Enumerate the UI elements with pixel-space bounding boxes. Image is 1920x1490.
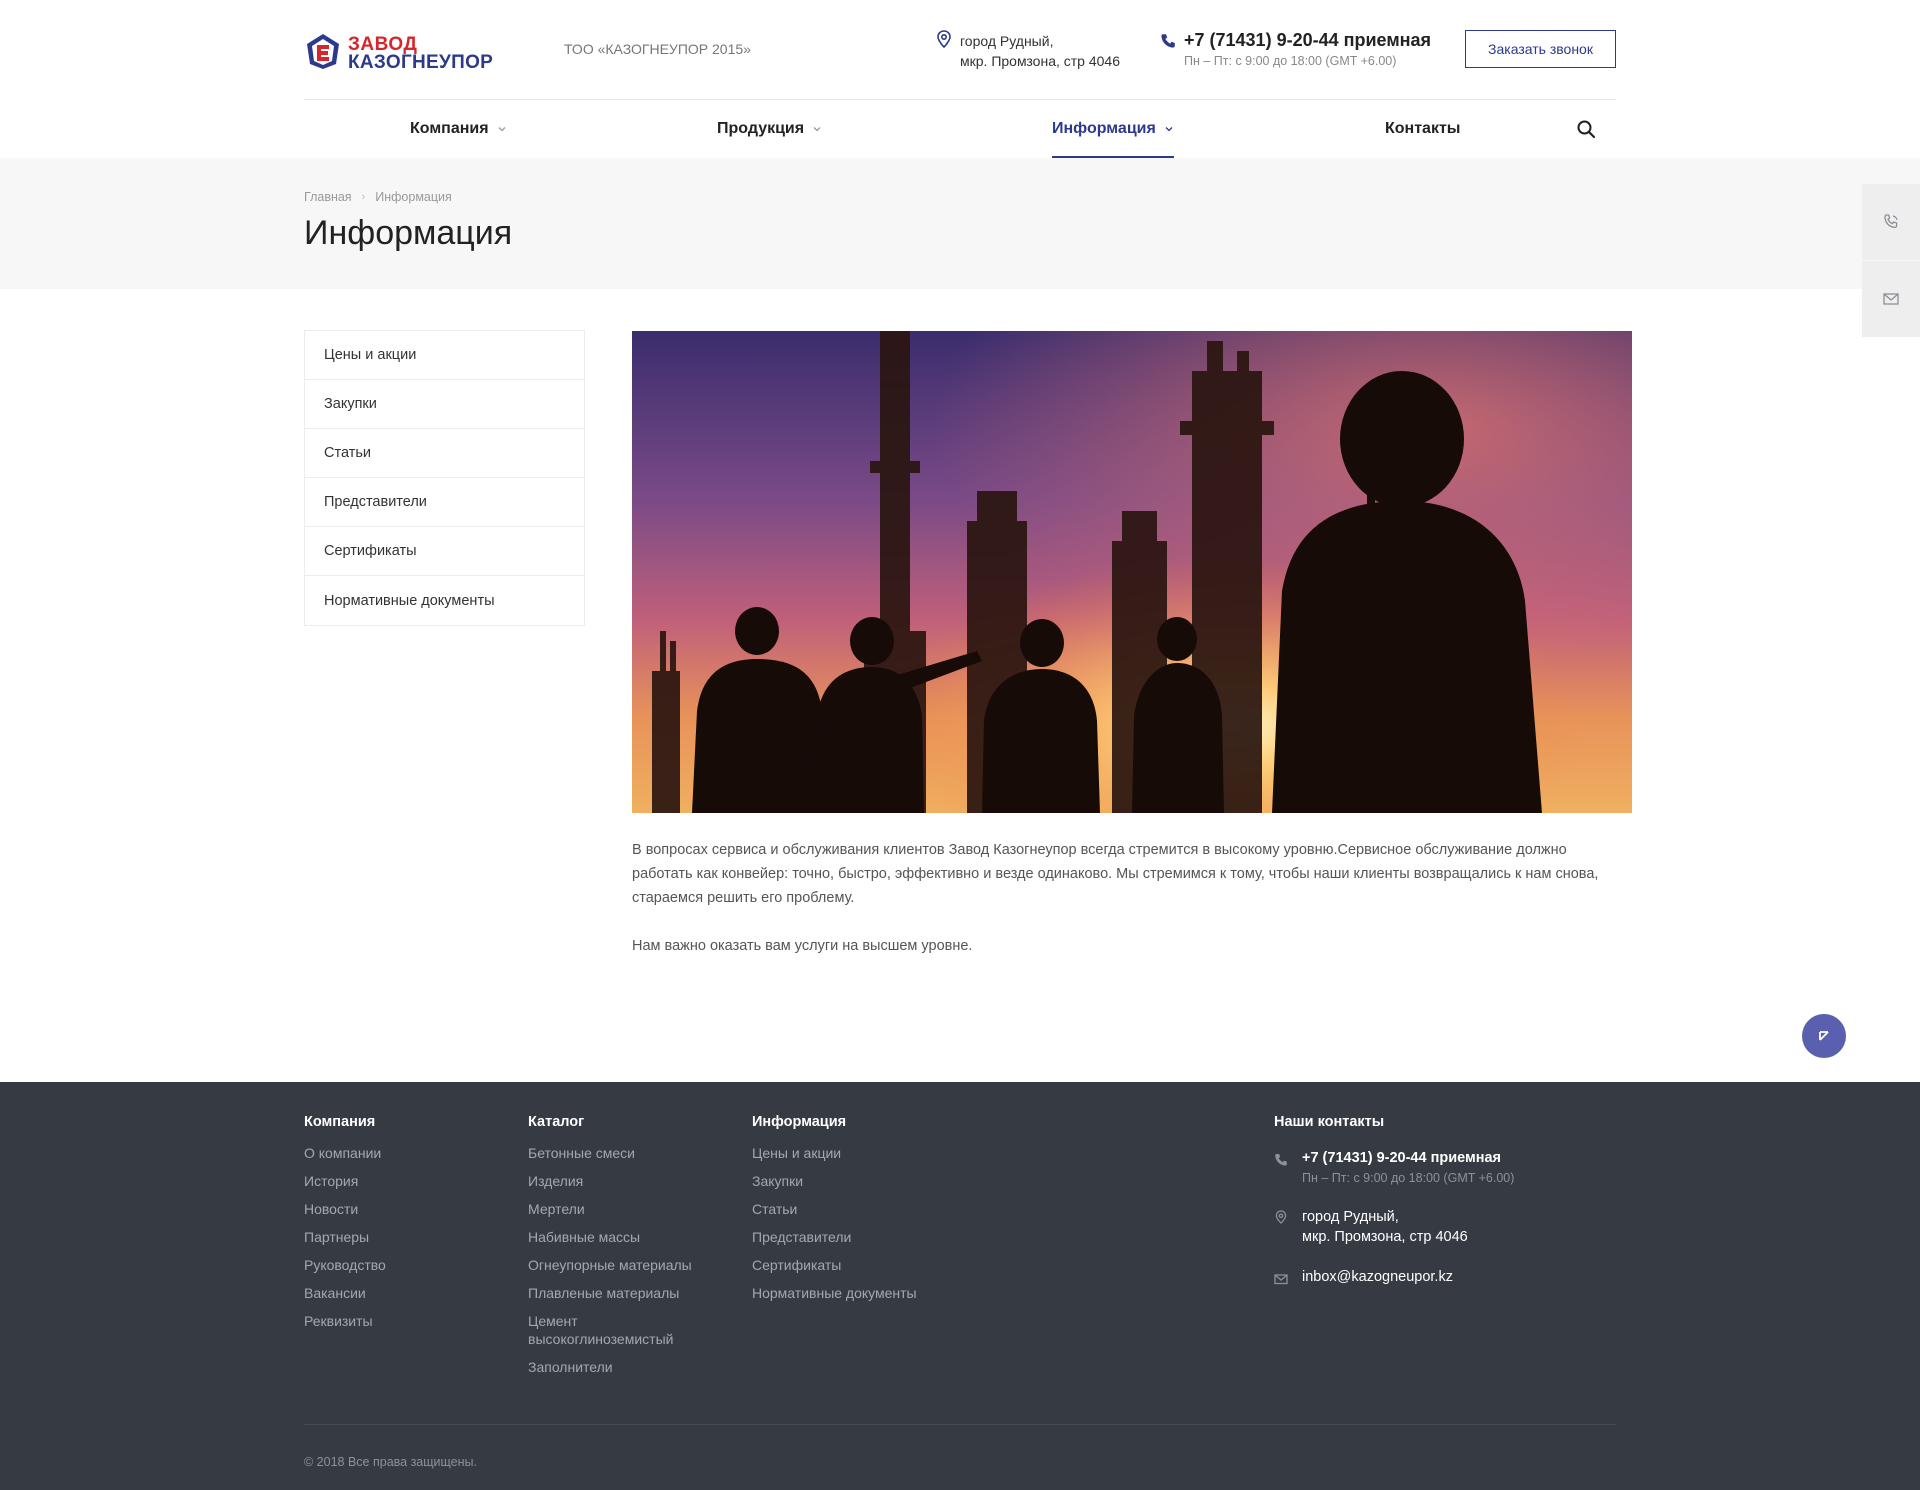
side-callback-button[interactable] <box>1862 184 1920 260</box>
copyright: © 2018 Все права защищены. <box>304 1455 477 1469</box>
mail-icon <box>1883 293 1899 305</box>
footer-link[interactable]: Плавленые материалы <box>528 1284 708 1302</box>
footer-contacts: Наши контакты +7 (71431) 9-20-44 приемна… <box>1274 1114 1514 1307</box>
footer-link[interactable]: Представители <box>752 1228 917 1246</box>
footer-address-line-1: город Рудный, <box>1302 1209 1399 1225</box>
address-line-2: мкр. Промзона, стр 4046 <box>960 53 1120 69</box>
address-line-1: город Рудный, <box>960 33 1054 49</box>
footer-info-column: Информация Цены и акции Закупки Статьи П… <box>752 1114 917 1312</box>
breadcrumb: Главная › Информация <box>304 190 452 204</box>
site-header: ЗАВОД КАЗОГНЕУПОР ТОО «КАЗОГНЕУПОР 2015»… <box>0 0 1920 158</box>
mail-icon <box>1274 1274 1288 1285</box>
footer-link[interactable]: О компании <box>304 1144 386 1162</box>
nav-item-information[interactable]: Информация <box>1052 100 1174 158</box>
footer-email-row: inbox@kazogneupor.kz <box>1274 1269 1514 1285</box>
main-nav: Компания Продукция Информация Контакты <box>304 100 1616 158</box>
logo-text-bottom: КАЗОГНЕУПОР <box>348 52 494 73</box>
footer-column-title: Наши контакты <box>1274 1114 1385 1130</box>
footer-link[interactable]: Вакансии <box>304 1284 386 1302</box>
footer-link[interactable]: Партнеры <box>304 1228 386 1246</box>
nav-item-label: Продукция <box>717 120 805 137</box>
order-callback-button[interactable]: Заказать звонок <box>1465 30 1616 68</box>
footer-link[interactable]: Нормативные документы <box>752 1284 917 1302</box>
phone-icon <box>1884 214 1898 229</box>
phone-icon <box>1275 1154 1287 1166</box>
page-title-band: Главная › Информация Информация <box>0 158 1920 289</box>
article-paragraph: Нам важно оказать вам услуги на высшем у… <box>632 938 973 954</box>
info-sidebar-menu: Цены и акции Закупки Статьи Представител… <box>304 330 585 626</box>
location-pin-icon <box>1275 1210 1287 1224</box>
hero-image <box>632 331 1632 813</box>
site-footer: Компания О компании История Новости Парт… <box>0 1082 1920 1490</box>
breadcrumb-home-link[interactable]: Главная <box>304 190 352 204</box>
nav-item-label: Компания <box>410 120 489 137</box>
footer-link[interactable]: Статьи <box>752 1200 917 1218</box>
scroll-to-top-button[interactable] <box>1802 1014 1846 1058</box>
side-email-button[interactable] <box>1862 261 1920 337</box>
header-address: город Рудный, мкр. Промзона, стр 4046 <box>960 31 1120 71</box>
footer-link[interactable]: Огнеупорные материалы <box>528 1256 708 1274</box>
footer-link[interactable]: Набивные массы <box>528 1228 708 1246</box>
header-hours: Пн – Пт: с 9:00 до 18:00 (GMT +6.00) <box>1184 54 1397 68</box>
breadcrumb-separator-icon: › <box>361 191 366 203</box>
article-text: В вопросах сервиса и обслуживания клиент… <box>632 838 1612 982</box>
sidebar-item-prices[interactable]: Цены и акции <box>305 331 584 380</box>
chevron-down-icon <box>813 127 821 132</box>
footer-company-column: Компания О компании История Новости Парт… <box>304 1114 386 1340</box>
breadcrumb-current: Информация <box>375 190 452 204</box>
logo-emblem-icon <box>307 34 339 69</box>
footer-link[interactable]: Цены и акции <box>752 1144 917 1162</box>
footer-link[interactable]: Руководство <box>304 1256 386 1274</box>
footer-catalog-column: Каталог Бетонные смеси Изделия Мертели Н… <box>528 1114 708 1386</box>
footer-link[interactable]: Изделия <box>528 1172 708 1190</box>
nav-item-label: Контакты <box>1385 120 1461 137</box>
search-icon[interactable] <box>1576 119 1596 139</box>
page-title: Информация <box>304 214 513 252</box>
chevron-down-icon <box>1165 127 1173 132</box>
footer-column-title: Компания <box>304 1114 376 1130</box>
footer-link[interactable]: Заполнители <box>528 1358 708 1376</box>
side-contact-widget <box>1862 184 1920 338</box>
footer-divider <box>304 1424 1616 1425</box>
nav-item-label: Информация <box>1052 120 1156 137</box>
sidebar-item-certificates[interactable]: Сертификаты <box>305 527 584 576</box>
footer-address-row: город Рудный, мкр. Промзона, стр 4046 <box>1274 1207 1514 1247</box>
nav-item-company[interactable]: Компания <box>410 100 507 158</box>
footer-column-title: Каталог <box>528 1114 585 1130</box>
footer-phone-row: +7 (71431) 9-20-44 приемная Пн – Пт: с 9… <box>1274 1150 1514 1185</box>
footer-link[interactable]: Цемент высокоглиноземистый <box>528 1312 708 1348</box>
footer-link[interactable]: Сертификаты <box>752 1256 917 1274</box>
sidebar-item-representatives[interactable]: Представители <box>305 478 584 527</box>
footer-link[interactable]: Мертели <box>528 1200 708 1218</box>
header-top: ЗАВОД КАЗОГНЕУПОР ТОО «КАЗОГНЕУПОР 2015»… <box>304 0 1616 100</box>
logo[interactable]: ЗАВОД КАЗОГНЕУПОР <box>304 30 500 74</box>
phone-icon <box>1161 34 1175 48</box>
company-legal-name: ТОО «КАЗОГНЕУПОР 2015» <box>564 41 751 57</box>
footer-address-line-2: мкр. Промзона, стр 4046 <box>1302 1229 1468 1245</box>
article-paragraph: В вопросах сервиса и обслуживания клиент… <box>632 842 1599 906</box>
nav-item-contacts[interactable]: Контакты <box>1385 100 1460 158</box>
location-pin-icon <box>937 30 951 48</box>
industrial-sunset-illustration <box>632 331 1632 813</box>
footer-link[interactable]: Бетонные смеси <box>528 1144 708 1162</box>
sidebar-item-articles[interactable]: Статьи <box>305 429 584 478</box>
footer-link[interactable]: Реквизиты <box>304 1312 386 1330</box>
footer-column-title: Информация <box>752 1114 847 1130</box>
sidebar-item-purchases[interactable]: Закупки <box>305 380 584 429</box>
footer-link[interactable]: История <box>304 1172 386 1190</box>
chevron-down-icon <box>498 127 506 132</box>
footer-phone[interactable]: +7 (71431) 9-20-44 приемная <box>1302 1150 1514 1166</box>
footer-email-link[interactable]: inbox@kazogneupor.kz <box>1302 1269 1514 1285</box>
footer-link[interactable]: Новости <box>304 1200 386 1218</box>
nav-item-products[interactable]: Продукция <box>717 100 822 158</box>
footer-hours: Пн – Пт: с 9:00 до 18:00 (GMT +6.00) <box>1302 1171 1515 1185</box>
header-phone[interactable]: +7 (71431) 9-20-44 приемная <box>1184 30 1431 51</box>
arrow-up-left-icon <box>1819 1031 1829 1041</box>
sidebar-item-regulatory-docs[interactable]: Нормативные документы <box>305 576 584 625</box>
footer-link[interactable]: Закупки <box>752 1172 917 1190</box>
